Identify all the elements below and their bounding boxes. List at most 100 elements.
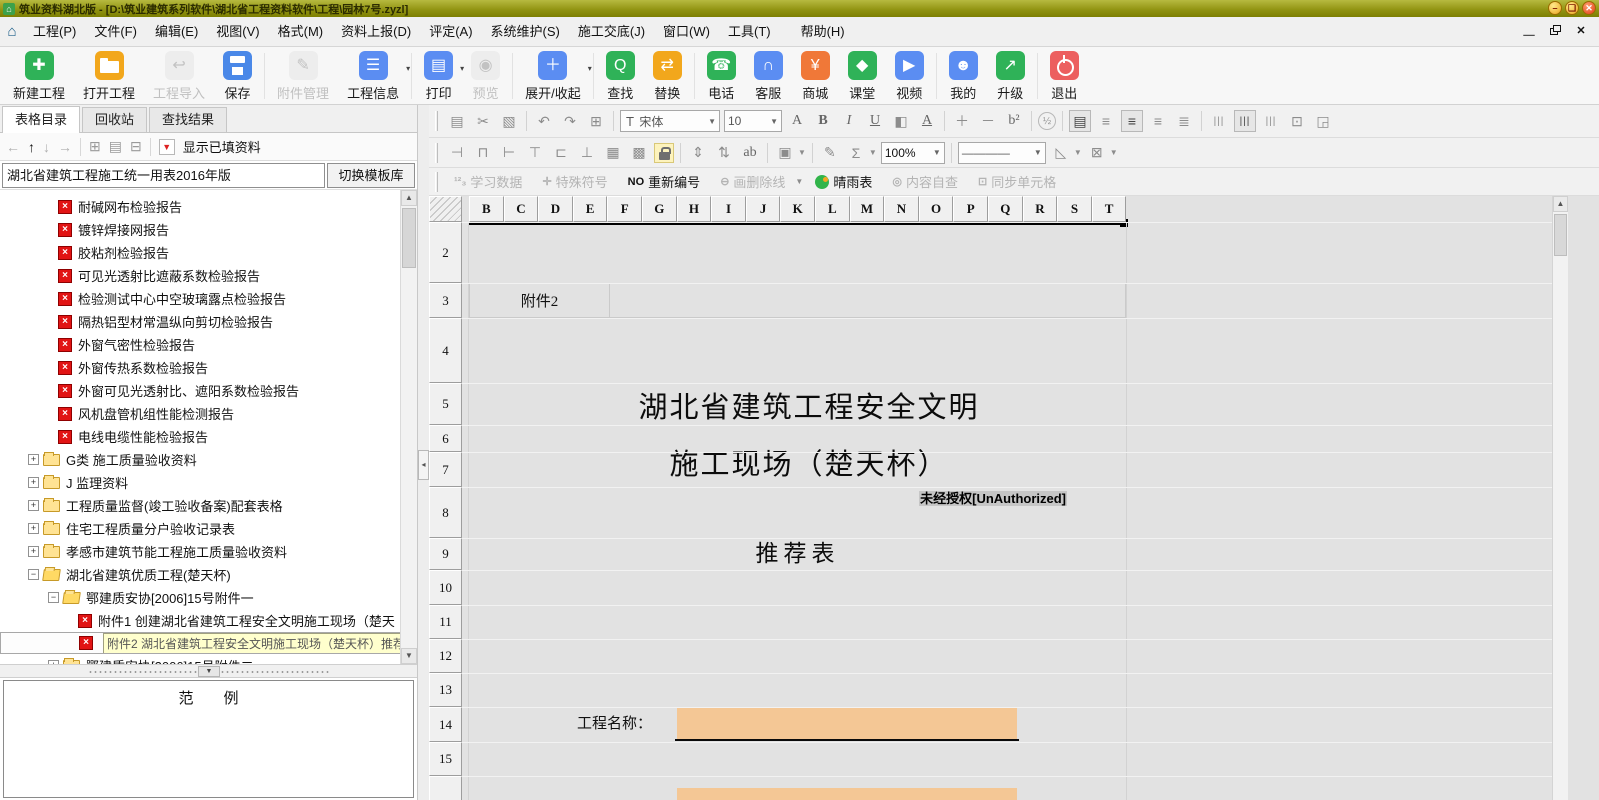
redo-icon[interactable]: ↷ [559,110,581,132]
align-right-icon[interactable]: ≡ [1147,110,1169,132]
fill-color-icon[interactable]: ◧ [890,110,912,132]
copy-table-icon[interactable]: ▤ [109,138,122,155]
insert-image-icon[interactable]: ▣ [774,142,796,164]
superscript-icon[interactable]: b² [1003,110,1025,132]
row-header-partial[interactable] [429,776,462,800]
diagonal-line-icon[interactable]: ◺ [1050,142,1072,164]
close-button[interactable]: ✕ [1582,1,1596,15]
cart-button[interactable]: ¥商城 [792,50,839,102]
headset-button[interactable]: ∩客服 [745,50,792,102]
tree-folder[interactable]: +工程质量监督(竣工验收备案)配套表格 [0,494,417,517]
column-header-P[interactable]: P [953,196,988,222]
menu-item-工具(T)[interactable]: 工具(T) [719,24,780,39]
align-center-icon[interactable]: ≡ [1121,110,1143,132]
horizontal-splitter[interactable]: ▼ [0,664,417,678]
tree-scroll-up-icon[interactable]: ▲ [401,190,417,206]
row-header-12[interactable]: 12 [429,639,462,673]
tree-item[interactable]: ×可见光透射比遮蔽系数检验报告 [0,264,417,287]
doc-subtitle[interactable]: 推荐表 [469,538,1126,570]
delete-column-icon[interactable]: ⊣ [446,142,468,164]
insert-column-icon[interactable]: ⊢ [498,142,520,164]
row-header-4[interactable]: 4 [429,318,462,383]
mdi-close-button[interactable]: ✕ [1569,22,1593,42]
collapse-panel-icon[interactable]: ◂ [418,450,429,480]
menu-item-工程(P)[interactable]: 工程(P) [24,24,85,39]
switch-template-button[interactable]: 切换模板库 [327,163,415,188]
menu-item-视图(V)[interactable]: 视图(V) [207,24,268,39]
tree-scroll-down-icon[interactable]: ▼ [401,648,417,664]
template-name-box[interactable]: 湖北省建筑工程施工统一用表2016年版 [2,163,325,188]
panel-divider[interactable]: ◂ [418,105,429,800]
open-project-folder-button[interactable]: 打开工程 [74,50,144,102]
column-header-R[interactable]: R [1023,196,1058,222]
merge-cells-icon[interactable]: ▦ [602,142,624,164]
weather-report-button[interactable]: 晴雨表 [807,172,880,191]
column-header-K[interactable]: K [780,196,815,222]
row-header-11[interactable]: 11 [429,605,462,639]
tab-表格目录[interactable]: 表格目录 [2,106,80,133]
increase-font-icon[interactable]: ＋ [951,110,973,132]
project-name-field[interactable] [677,708,1017,739]
valign-right-icon[interactable]: ||| [1260,110,1282,132]
lock-cells-icon[interactable] [654,143,674,163]
column-header-S[interactable]: S [1057,196,1092,222]
nav-right-icon[interactable]: → [58,139,72,155]
tree-folder[interactable]: +住宅工程质量分户验收记录表 [0,517,417,540]
preview-button[interactable]: ◉预览 [462,50,509,102]
doc-title-line1[interactable]: 湖北省建筑工程安全文明 [489,386,1129,430]
mdi-minimize-button[interactable]: ＿ [1517,22,1541,42]
content-check-button[interactable]: ◎内容自查 [884,172,966,191]
expand-icon[interactable]: + [28,477,39,488]
row-header-7[interactable]: 7 [429,452,462,487]
column-header-F[interactable]: F [607,196,642,222]
strikethrough-draw-button[interactable]: ⊖画删除线 [712,172,793,191]
nav-up-icon[interactable]: ↑ [28,139,35,155]
tree-folder[interactable]: +孝感市建筑节能工程施工质量验收资料 [0,540,417,563]
font-name-select[interactable]: Ｔ 宋体▼ [620,110,720,132]
font-color-icon[interactable]: A [916,110,938,132]
next-field-partial[interactable] [677,788,1017,800]
menu-item-施工交底(J)[interactable]: 施工交底(J) [569,24,654,39]
sum-icon[interactable]: Σ [845,142,867,164]
shrink-text-icon[interactable]: ◲ [1312,110,1334,132]
sheet-vscrollbar[interactable]: ▲ [1552,196,1568,800]
save-button[interactable]: 保存 [214,50,261,102]
sheet-scroll-up-icon[interactable]: ▲ [1553,196,1568,212]
bold-icon[interactable]: B [812,110,834,132]
menu-item-资料上报(D)[interactable]: 资料上报(D) [332,24,420,39]
formula-edit-icon[interactable]: ✎ [819,142,841,164]
column-header-E[interactable]: E [573,196,608,222]
toolbar-grip[interactable] [435,111,438,131]
split-table-icon[interactable]: ▩ [628,142,650,164]
menu-item-系统维护(S)[interactable]: 系统维护(S) [482,24,569,39]
align-justify-icon[interactable]: ▤ [1069,110,1091,132]
new-project-button[interactable]: ✚新建工程 [4,50,74,102]
split-cell-icon[interactable]: ⊏ [550,142,572,164]
splitter-collapse-icon[interactable]: ▼ [198,666,220,677]
column-header-G[interactable]: G [642,196,677,222]
tree-item[interactable]: ×耐碱网布检验报告 [0,195,417,218]
tree-item[interactable]: ×检验测试中心中空玻璃露点检验报告 [0,287,417,310]
chevron-down-icon[interactable]: ▼ [795,177,803,186]
tree-item[interactable]: ×电线电缆性能检验报告 [0,425,417,448]
tree-item[interactable]: ×隔热铝型材常温纵向剪切检验报告 [0,310,417,333]
column-header-I[interactable]: I [711,196,746,222]
row-header-5[interactable]: 5 [429,383,462,425]
column-header-C[interactable]: C [504,196,539,222]
column-header-T[interactable]: T [1092,196,1127,222]
merge-down-icon[interactable]: ⊥ [576,142,598,164]
replace-button[interactable]: ⇄替换 [644,50,691,102]
tab-回收站[interactable]: 回收站 [82,107,147,132]
row-header-15[interactable]: 15 [429,742,462,776]
expand-collapse-button[interactable]: ＋▾展开/收起 [516,50,590,102]
chevron-down-icon[interactable]: ▼ [869,148,877,157]
tree-item[interactable]: ×外窗气密性检验报告 [0,333,417,356]
upgrade-button[interactable]: ↗升级 [987,50,1034,102]
chevron-down-icon[interactable]: ▼ [798,148,806,157]
underline-icon[interactable]: U [864,110,886,132]
valign-center-icon[interactable]: ||| [1234,110,1256,132]
column-header-J[interactable]: J [746,196,781,222]
menu-item-帮助(H)[interactable]: 帮助(H) [792,24,854,39]
tree-item[interactable]: ×附件2 湖北省建筑工程安全文明施工现场（楚天杯）推荐表 [0,632,417,654]
column-header-L[interactable]: L [815,196,850,222]
